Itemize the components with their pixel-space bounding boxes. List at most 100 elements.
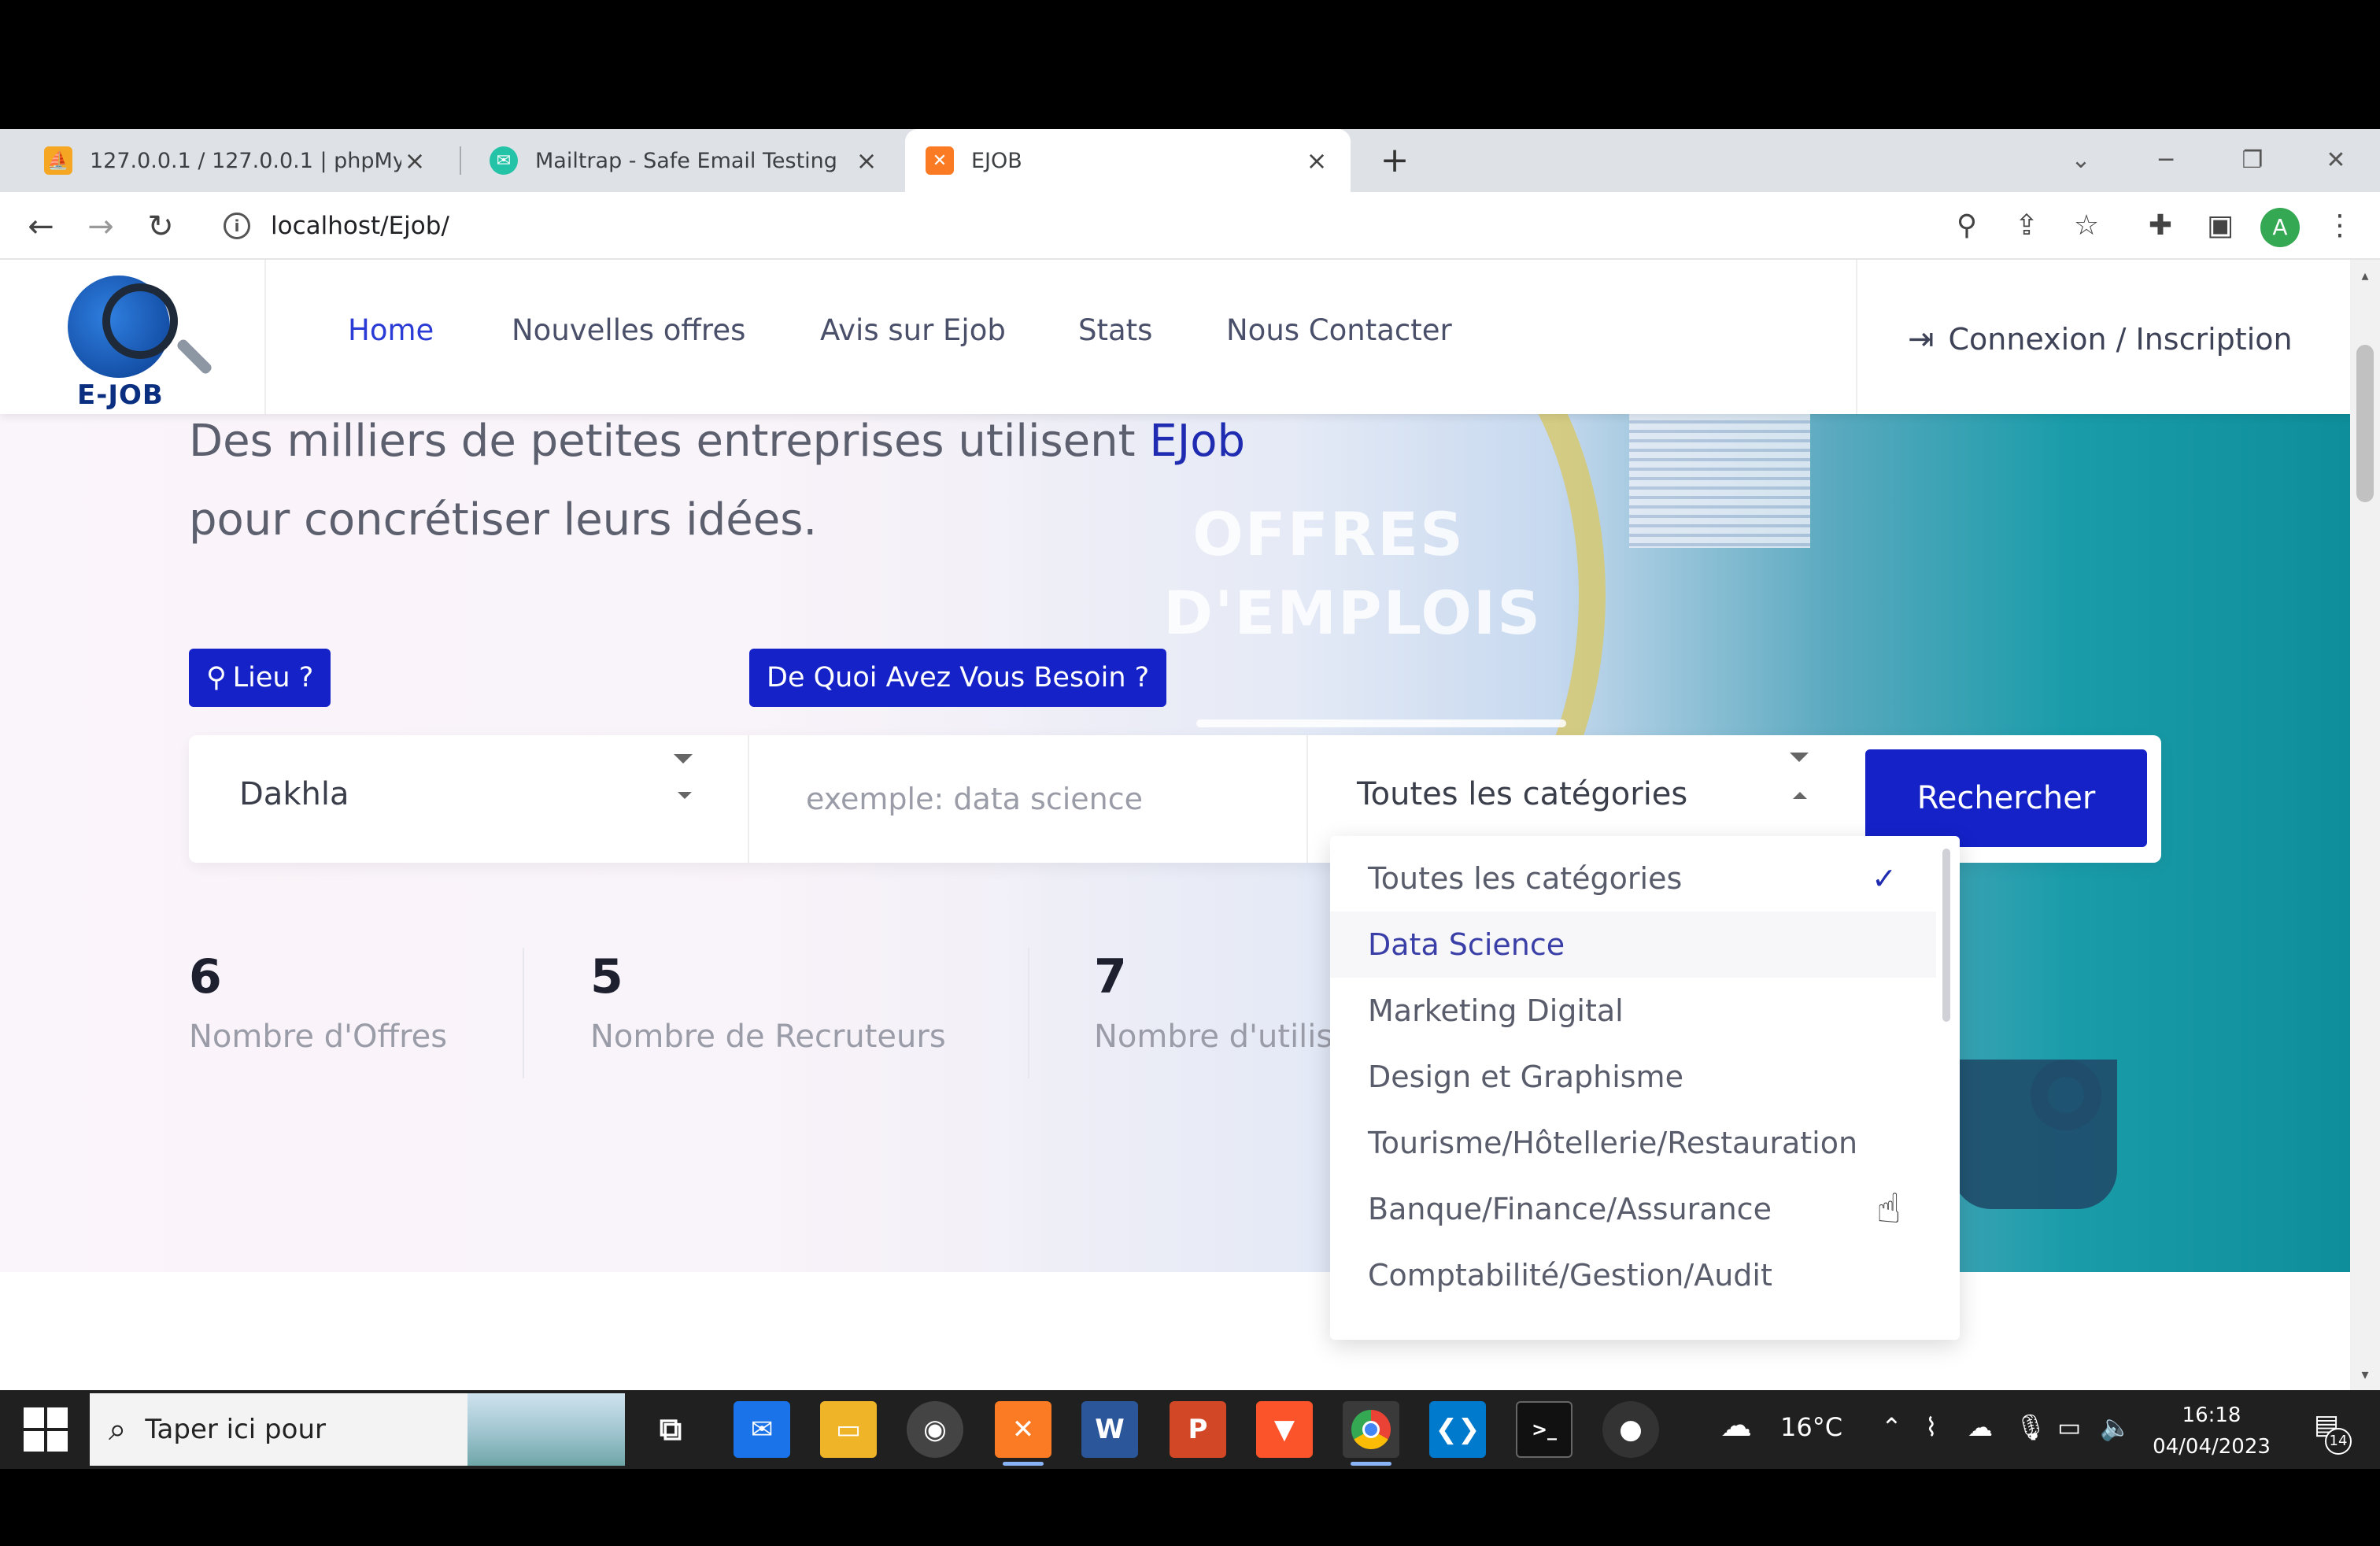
close-tab-icon[interactable]: × [853, 146, 880, 176]
option-label: Marketing Digital [1368, 993, 1624, 1028]
new-tab-button[interactable]: + [1373, 139, 1417, 183]
cloud-sync-icon[interactable]: ☁ [1968, 1412, 1993, 1442]
option-label: Data Science [1368, 927, 1565, 962]
dropdown-option[interactable]: Comptabilité/Gestion/Audit [1330, 1242, 1936, 1308]
url-text[interactable]: localhost/Ejob/ [271, 212, 449, 240]
taskbar-search[interactable]: ⌕ Taper ici pour [90, 1393, 625, 1466]
side-panel-icon[interactable]: ▣ [2201, 206, 2240, 246]
volume-icon[interactable]: 🔈 [2100, 1412, 2131, 1442]
option-label: Design et Graphisme [1368, 1060, 1683, 1094]
browser-menu-icon[interactable]: ⋮ [2320, 206, 2360, 246]
hero-decoration [1629, 414, 1810, 548]
nav-stats[interactable]: Stats [1078, 313, 1152, 347]
microphone-icon[interactable]: 🎙 [2015, 1412, 2047, 1442]
hero-bg-word: D'EMPLOIS [1163, 578, 1542, 648]
dropdown-option[interactable]: Design et Graphisme [1330, 1044, 1936, 1110]
category-dropdown: Toutes les catégories ✓ Data Science Mar… [1330, 836, 1960, 1340]
tray-chevron-icon[interactable]: ⌃ [1881, 1412, 1902, 1442]
nav-home[interactable]: Home [348, 313, 434, 347]
nav-nouvelles-offres[interactable]: Nouvelles offres [512, 313, 745, 347]
tagline-brand: EJob [1149, 416, 1246, 467]
minimize-icon[interactable]: ─ [2144, 139, 2188, 183]
xampp-app-icon[interactable]: ✕ [995, 1401, 1051, 1466]
navbar-divider [1856, 260, 1857, 414]
back-icon[interactable]: ← [19, 205, 63, 249]
login-link[interactable]: ⇥ Connexion / Inscription [1908, 321, 2293, 357]
stat-recruteurs: 5 Nombre de Recruteurs [590, 949, 946, 1055]
reload-icon[interactable]: ↻ [139, 205, 183, 249]
word-app-icon[interactable]: W [1081, 1401, 1138, 1458]
scroll-up-icon[interactable]: ▴ [2356, 268, 2374, 285]
site-info-icon[interactable]: i [224, 213, 250, 239]
scrollbar-thumb[interactable] [2356, 345, 2374, 502]
chevron-down-icon[interactable] [678, 792, 692, 799]
dropdown-option[interactable]: Banque/Finance/Assurance [1330, 1176, 1936, 1242]
need-label-button[interactable]: De Quoi Avez Vous Besoin ? [749, 649, 1167, 707]
restore-icon[interactable]: ❐ [2230, 139, 2275, 183]
brave-browser-icon[interactable]: ▼ [1256, 1401, 1313, 1458]
location-select[interactable]: Dakhla [239, 776, 349, 812]
forward-icon[interactable]: → [79, 205, 123, 249]
nav-avis[interactable]: Avis sur Ejob [820, 313, 1006, 347]
chevron-down-icon[interactable] [674, 754, 693, 764]
bookmark-star-icon[interactable]: ☆ [2067, 206, 2106, 246]
weather-cloud-icon[interactable]: ☁ [1720, 1407, 1752, 1444]
omnibox[interactable]: i localhost/Ejob/ [203, 200, 1982, 252]
hand-cursor-icon: ☝ [1876, 1185, 1901, 1233]
vscode-app-icon[interactable]: ❮❯ [1429, 1401, 1486, 1458]
obs-app-icon[interactable]: ● [1602, 1401, 1659, 1458]
page-scrollbar[interactable]: ▴ ▾ [2350, 260, 2380, 1390]
share-icon[interactable]: ⇪ [2007, 206, 2046, 246]
scroll-down-icon[interactable]: ▾ [2356, 1367, 2374, 1384]
profile-avatar[interactable]: A [2260, 208, 2300, 247]
stat-value: 6 [189, 949, 222, 1004]
tab-ejob[interactable]: ✕ EJOB × [905, 129, 1351, 192]
notification-center-icon[interactable]: ▤ 14 [2304, 1409, 2352, 1455]
windows-start-icon[interactable] [24, 1407, 68, 1452]
weather-temp[interactable]: 16°C [1780, 1412, 1842, 1442]
phpmyadmin-icon: ⛵ [44, 146, 72, 175]
dropdown-option[interactable]: Toutes les catégories ✓ [1330, 845, 1936, 912]
windows-taskbar: ⌕ Taper ici pour ⧉ ✉ ▭ ◉ ✕ W P ▼ ❮❯ >_ ●… [0, 1390, 2380, 1469]
dropdown-scrollbar[interactable] [1942, 849, 1950, 1022]
terminal-app-icon[interactable]: >_ [1516, 1401, 1572, 1458]
battery-icon[interactable]: ▭ [2057, 1412, 2081, 1442]
nav-contact[interactable]: Nous Contacter [1226, 313, 1452, 347]
keyword-input[interactable] [795, 764, 1267, 834]
login-label: Connexion / Inscription [1948, 322, 2293, 357]
dropdown-option[interactable]: Data Science [1330, 912, 1936, 978]
mailtrap-icon: ✉ [490, 146, 518, 175]
ejob-logo[interactable]: E-JOB [63, 276, 214, 411]
chevron-up-icon[interactable] [1793, 792, 1807, 799]
clock-time: 16:18 [2182, 1404, 2241, 1427]
media-player-icon[interactable]: ◉ [907, 1401, 963, 1458]
hero-decoration [2031, 1060, 2101, 1130]
close-tab-icon[interactable]: × [401, 146, 428, 176]
extensions-icon[interactable]: ✚ [2141, 206, 2180, 246]
tab-mailtrap[interactable]: ✉ Mailtrap - Safe Email Testing × [469, 129, 900, 192]
powerpoint-app-icon[interactable]: P [1170, 1401, 1226, 1458]
location-pin-icon[interactable]: ⚲ [1947, 206, 1986, 246]
category-select[interactable]: Toutes les catégories [1357, 776, 1687, 812]
mail-app-icon[interactable]: ✉ [734, 1401, 790, 1458]
tab-phpmyadmin[interactable]: ⛵ 127.0.0.1 / 127.0.0.1 | phpMyAdmin × [24, 129, 449, 192]
xampp-icon: ✕ [926, 146, 954, 175]
taskbar-clock[interactable]: 16:18 04/04/2023 [2149, 1400, 2275, 1463]
dropdown-option[interactable]: Tourisme/Hôtellerie/Restauration [1330, 1110, 1936, 1176]
task-view-icon[interactable]: ⧉ [642, 1401, 699, 1458]
search-button[interactable]: Rechercher [1865, 749, 2147, 847]
close-tab-icon[interactable]: × [1303, 146, 1330, 176]
hero-bg-word: OFFRES [1192, 499, 1465, 569]
option-label: Banque/Finance/Assurance [1368, 1192, 1772, 1226]
network-icon[interactable]: ⌇ [1925, 1412, 1938, 1442]
chrome-app-icon[interactable] [1343, 1401, 1399, 1466]
tagline-text: Des milliers de petites entreprises util… [189, 416, 1150, 467]
option-label: Toutes les catégories [1368, 861, 1683, 896]
location-label-button[interactable]: ⚲ Lieu ? [189, 649, 331, 707]
file-explorer-icon[interactable]: ▭ [820, 1401, 877, 1458]
window-close-icon[interactable]: ✕ [2314, 139, 2358, 183]
chevron-down-icon[interactable] [1790, 753, 1809, 762]
tab-title: EJOB [971, 148, 1022, 173]
tab-search-chevron-icon[interactable]: ⌄ [2059, 139, 2103, 183]
dropdown-option[interactable]: Marketing Digital [1330, 978, 1936, 1044]
